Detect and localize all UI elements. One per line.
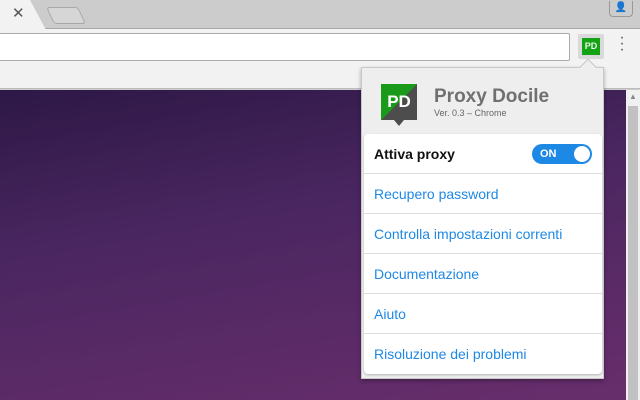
- new-tab-button[interactable]: [46, 7, 86, 24]
- popup-menu: Attiva proxy ON Recupero password Contro…: [364, 134, 602, 374]
- profile-button[interactable]: 👤: [609, 1, 633, 17]
- menu-item-recupero-password[interactable]: Recupero password: [364, 174, 602, 214]
- proxy-docile-extension-button[interactable]: PD: [578, 34, 604, 59]
- browser-menu-icon[interactable]: · · ·: [617, 30, 627, 58]
- extension-icon: PD: [582, 38, 600, 55]
- close-tab-icon[interactable]: ✕: [12, 4, 25, 22]
- menu-item-documentazione[interactable]: Documentazione: [364, 254, 602, 294]
- proxy-toggle[interactable]: ON: [532, 144, 592, 164]
- scroll-up-icon[interactable]: ▲: [626, 92, 640, 101]
- menu-item-controlla-impostazioni[interactable]: Controlla impostazioni correnti: [364, 214, 602, 254]
- active-tab[interactable]: ✕: [0, 0, 46, 30]
- scrollbar[interactable]: ▲: [626, 90, 640, 400]
- tab-strip: ✕ 👤: [0, 0, 640, 30]
- proxy-toggle-label: Attiva proxy: [374, 146, 455, 162]
- menu-item-risoluzione-problemi[interactable]: Risoluzione dei problemi: [364, 334, 602, 374]
- toggle-state: ON: [540, 148, 557, 160]
- address-bar[interactable]: [0, 33, 570, 61]
- proxy-toggle-row: Attiva proxy ON: [364, 134, 602, 174]
- popup-version: Ver. 0.3 – Chrome: [434, 108, 507, 118]
- scroll-thumb[interactable]: [628, 106, 638, 400]
- toggle-knob: [574, 146, 590, 162]
- popup-title: Proxy Docile: [434, 86, 550, 107]
- menu-item-aiuto[interactable]: Aiuto: [364, 294, 602, 334]
- person-icon: 👤: [614, 2, 628, 13]
- extension-popup: PD Proxy Docile Ver. 0.3 – Chrome Attiva…: [361, 67, 604, 379]
- proxy-docile-logo: PD: [381, 84, 417, 126]
